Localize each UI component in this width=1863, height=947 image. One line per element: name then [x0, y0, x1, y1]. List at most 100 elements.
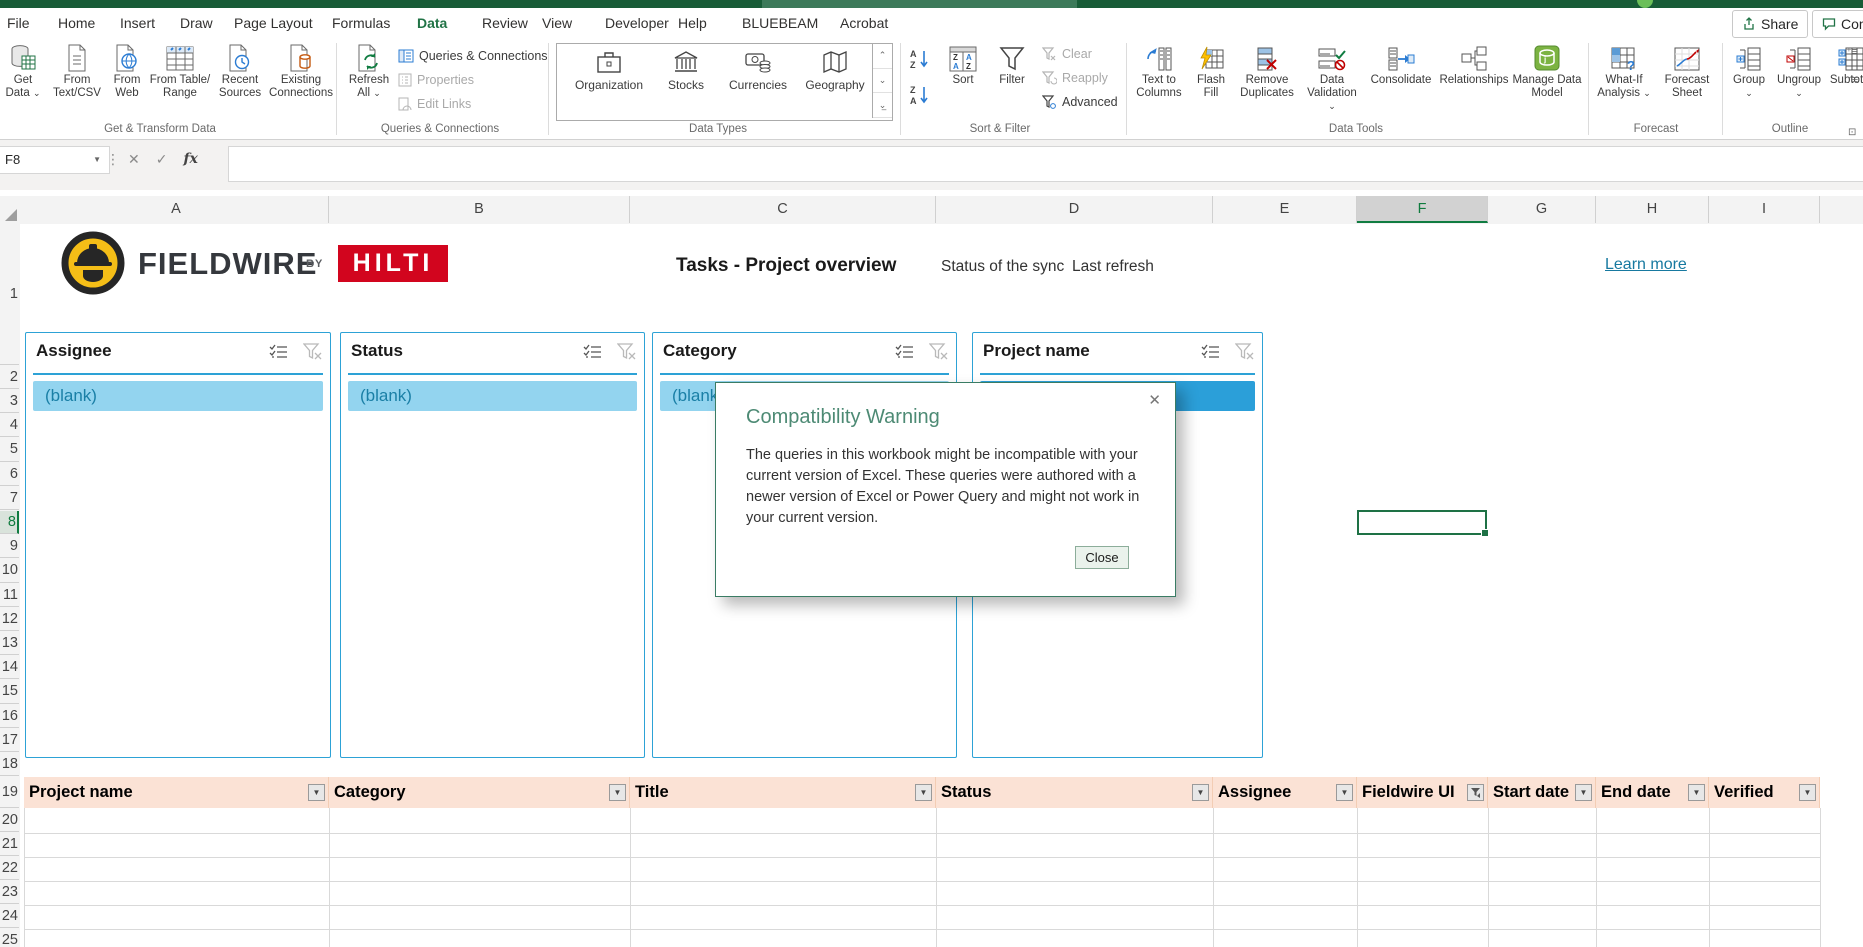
column-header-C[interactable]: C: [630, 196, 936, 223]
selected-cell-F8[interactable]: [1357, 510, 1487, 535]
gallery-down-icon[interactable]: ⌄: [873, 69, 892, 94]
existing-connections-button[interactable]: Existing Connections: [268, 42, 334, 100]
filter-button[interactable]: Filter: [990, 42, 1034, 87]
column-header-H[interactable]: H: [1596, 196, 1709, 223]
row-header-5[interactable]: 5: [0, 438, 19, 461]
ribbon-tab-bluebeam[interactable]: BLUEBEAM: [740, 8, 820, 39]
row-header-8[interactable]: 8: [0, 511, 19, 534]
clear-filter-icon[interactable]: [303, 343, 322, 361]
multi-select-icon[interactable]: [583, 343, 603, 361]
row-headers[interactable]: 1234567891011121314151617181920212223242…: [0, 224, 21, 947]
column-header-B[interactable]: B: [329, 196, 630, 223]
data-type-currencies[interactable]: Currencies: [719, 50, 797, 92]
ribbon-tab-page-layout[interactable]: Page Layout: [232, 8, 315, 39]
insert-function-icon[interactable]: fx: [183, 151, 197, 167]
column-headers[interactable]: ABCDEFGHI: [20, 196, 1863, 225]
edit-links-button[interactable]: Edit Links: [398, 93, 471, 115]
row-header-18[interactable]: 18: [0, 753, 19, 776]
dialog-close-icon[interactable]: ✕: [1148, 391, 1161, 409]
filter-dropdown-button[interactable]: ▼: [1336, 784, 1353, 801]
ribbon-tab-home[interactable]: Home: [56, 8, 97, 39]
slicer-item-blank[interactable]: (blank): [33, 381, 323, 411]
from-table-range-button[interactable]: From Table/ Range: [148, 42, 212, 100]
row-header-17[interactable]: 17: [0, 729, 19, 752]
row-header-24[interactable]: 24: [0, 905, 19, 928]
column-header-F[interactable]: F: [1357, 196, 1488, 223]
row-header-22[interactable]: 22: [0, 857, 19, 880]
row-header-15[interactable]: 15: [0, 680, 19, 703]
properties-button[interactable]: Properties: [398, 69, 474, 91]
from-text-csv-button[interactable]: From Text/CSV: [48, 42, 106, 100]
row-header-9[interactable]: 9: [0, 535, 19, 558]
share-button[interactable]: Share: [1732, 10, 1808, 38]
row-header-3[interactable]: 3: [0, 390, 19, 413]
ribbon-options-icon[interactable]: ⊡: [1848, 127, 1856, 138]
filter-applied-dropdown-button[interactable]: [1467, 784, 1484, 801]
from-web-button[interactable]: From Web: [106, 42, 148, 100]
ribbon-tab-data[interactable]: Data: [415, 8, 449, 42]
formula-input[interactable]: [228, 146, 1863, 182]
filter-dropdown-button[interactable]: ▼: [1192, 784, 1209, 801]
data-validation-button[interactable]: Data Validation ⌄: [1302, 42, 1362, 113]
column-header-E[interactable]: E: [1213, 196, 1357, 223]
row-header-12[interactable]: 12: [0, 608, 19, 631]
gallery-up-icon[interactable]: ⌃: [873, 44, 892, 69]
comments-button[interactable]: Comments: [1812, 10, 1863, 38]
hide-detail-icon[interactable]: ⁻≡: [1846, 73, 1858, 86]
dialog-close-button[interactable]: Close: [1075, 546, 1129, 569]
row-header-21[interactable]: 21: [0, 833, 19, 856]
row-header-4[interactable]: 4: [0, 414, 19, 437]
data-type-organization[interactable]: Organization: [569, 50, 649, 92]
data-type-stocks[interactable]: Stocks: [657, 50, 715, 92]
remove-duplicates-button[interactable]: Remove Duplicates: [1236, 42, 1298, 100]
row-header-20[interactable]: 20: [0, 809, 19, 832]
column-header-D[interactable]: D: [936, 196, 1213, 223]
group-button[interactable]: Group⌄: [1726, 42, 1772, 100]
column-header-G[interactable]: G: [1488, 196, 1596, 223]
row-header-1[interactable]: 1: [0, 224, 19, 365]
advanced-filter-button[interactable]: Advanced: [1042, 91, 1118, 113]
titlebar-search-box[interactable]: [762, 0, 1077, 8]
row-header-2[interactable]: 2: [0, 366, 19, 389]
filter-dropdown-button[interactable]: ▼: [1575, 784, 1592, 801]
multi-select-icon[interactable]: [895, 343, 915, 361]
filter-dropdown-button[interactable]: ▼: [1799, 784, 1816, 801]
column-header-I[interactable]: I: [1709, 196, 1820, 223]
gallery-more-icon[interactable]: ⌄̲: [873, 93, 892, 118]
select-all-corner[interactable]: [0, 196, 21, 225]
row-header-14[interactable]: 14: [0, 656, 19, 679]
row-header-13[interactable]: 13: [0, 632, 19, 655]
formula-bar-dots[interactable]: ⋮: [106, 146, 120, 172]
consolidate-button[interactable]: Consolidate: [1366, 42, 1436, 87]
sort-descending-button[interactable]: ZA: [908, 83, 934, 109]
row-header-19[interactable]: 19: [0, 777, 19, 808]
clear-filter-icon[interactable]: [617, 343, 636, 361]
manage-data-model-button[interactable]: j Manage Data Model: [1512, 42, 1582, 100]
what-if-analysis-button[interactable]: ? What-If Analysis ⌄: [1592, 42, 1656, 100]
clear-filter-icon[interactable]: [929, 343, 948, 361]
formula-cancel-icon[interactable]: ✕: [128, 151, 140, 168]
ribbon-tab-formulas[interactable]: Formulas: [330, 8, 392, 39]
refresh-all-button[interactable]: Refresh All ⌄: [344, 42, 394, 100]
clear-filter-button[interactable]: Clear: [1042, 43, 1092, 65]
recent-sources-button[interactable]: Recent Sources: [214, 42, 266, 100]
multi-select-icon[interactable]: [269, 343, 289, 361]
queries-connections-button[interactable]: Queries & Connections: [398, 45, 548, 67]
row-header-10[interactable]: 10: [0, 559, 19, 582]
row-header-11[interactable]: 11: [0, 584, 19, 607]
relationships-button[interactable]: Relationships: [1438, 42, 1510, 87]
row-header-23[interactable]: 23: [0, 881, 19, 904]
sort-button[interactable]: ZAAZ Sort: [940, 42, 986, 87]
account-avatar[interactable]: [1637, 0, 1653, 8]
gallery-scroll[interactable]: ⌃ ⌄ ⌄̲: [872, 44, 892, 118]
column-header-A[interactable]: A: [24, 196, 329, 223]
filter-dropdown-button[interactable]: ▼: [915, 784, 932, 801]
reapply-filter-button[interactable]: Reapply: [1042, 67, 1108, 89]
filter-dropdown-button[interactable]: ▼: [308, 784, 325, 801]
ribbon-tab-view[interactable]: View: [540, 8, 574, 39]
ribbon-tab-help[interactable]: Help: [676, 8, 709, 39]
ribbon-tab-review[interactable]: Review: [480, 8, 530, 39]
ribbon-tab-insert[interactable]: Insert: [118, 8, 157, 39]
ribbon-tab-acrobat[interactable]: Acrobat: [838, 8, 890, 39]
filter-dropdown-button[interactable]: ▼: [1688, 784, 1705, 801]
